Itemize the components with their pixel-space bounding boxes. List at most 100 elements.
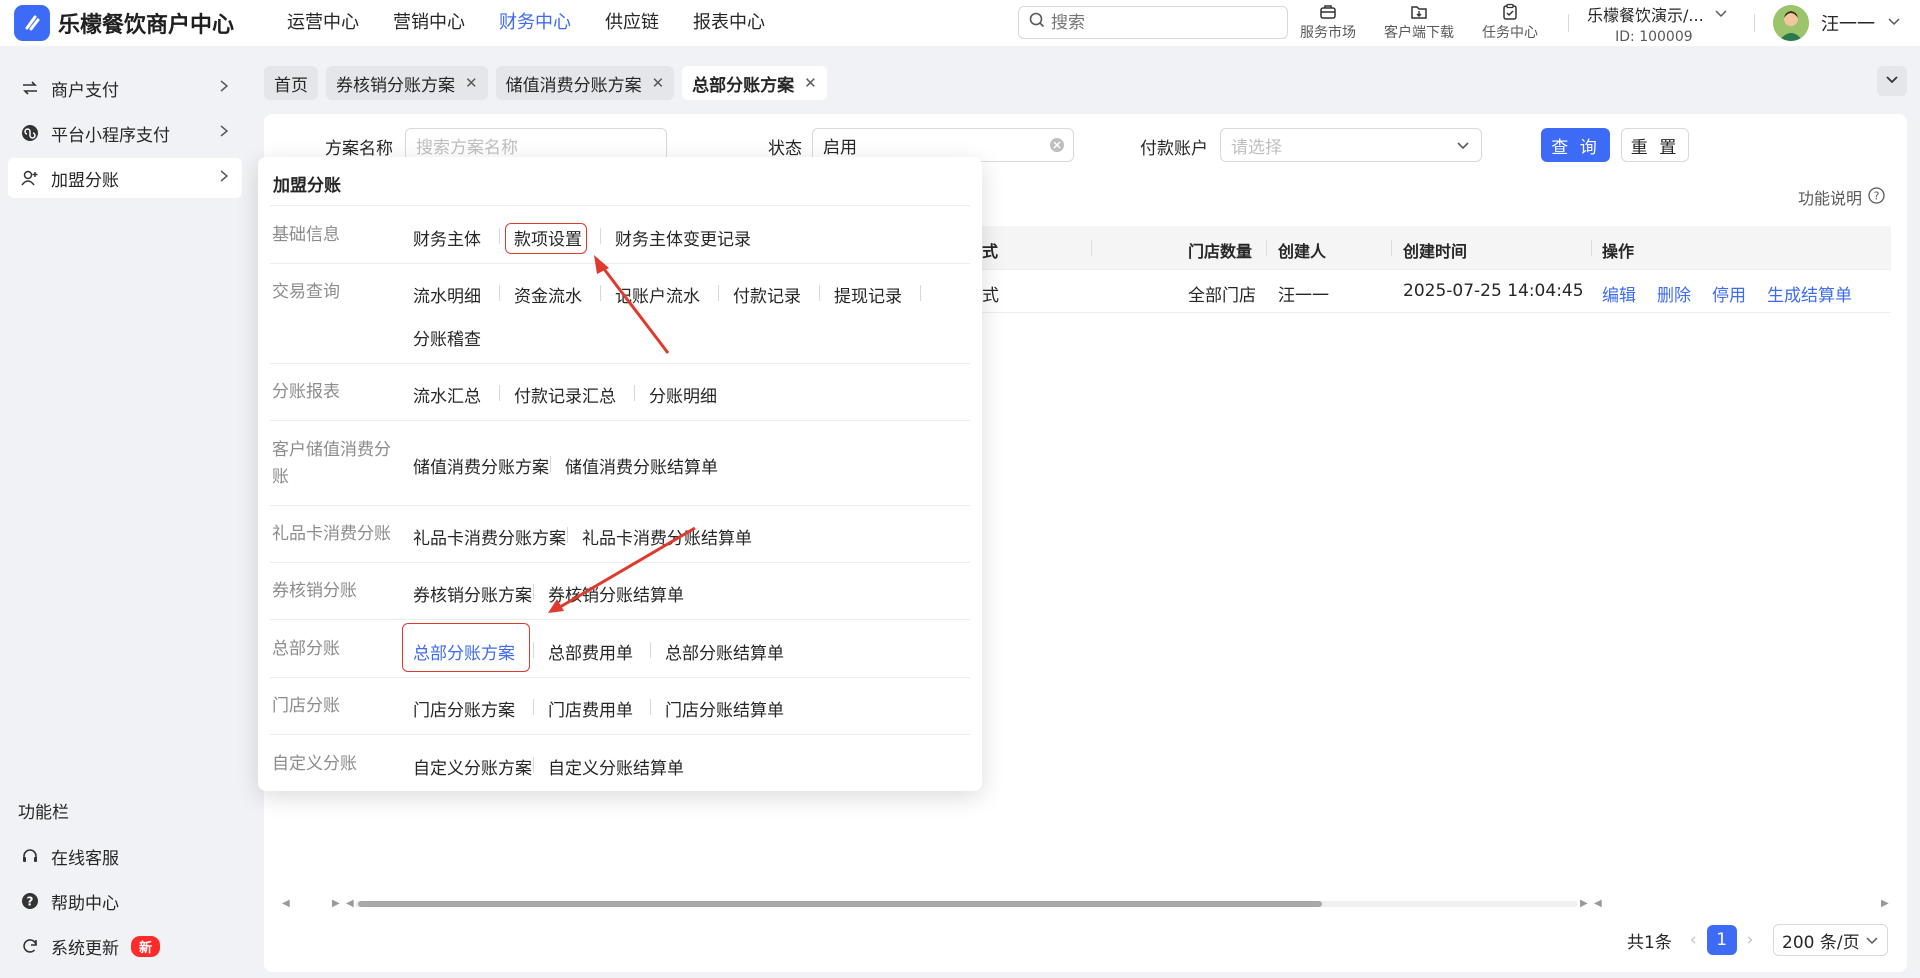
menu-link-gift-card-statement[interactable]: 礼品卡消费分账结算单 <box>582 524 752 549</box>
prev-page-icon[interactable]: ‹ <box>1690 930 1697 950</box>
app-title: 乐檬餐饮商户中心 <box>58 13 235 38</box>
payment-account-placeholder: 请选择 <box>1231 137 1282 158</box>
divider <box>1754 14 1755 32</box>
menu-link-finance-entity[interactable]: 财务主体 <box>413 225 481 250</box>
reset-button[interactable]: 重 置 <box>1621 128 1689 162</box>
highlight-box <box>505 223 587 254</box>
menu-link-entity-change-log[interactable]: 财务主体变更记录 <box>615 225 751 250</box>
query-button[interactable]: 查 询 <box>1541 128 1610 162</box>
clear-icon[interactable] <box>1049 137 1065 158</box>
tab-coupon-split-plan[interactable]: 券核销分账方案 ✕ <box>326 66 488 100</box>
next-page-icon[interactable]: › <box>1747 930 1754 950</box>
sidebar-item-label: 系统更新 <box>51 938 119 959</box>
menu-link-fund-flow[interactable]: 资金流水 <box>514 282 582 307</box>
link-separator <box>533 699 534 715</box>
menu-link-custom-statement[interactable]: 自定义分账结算单 <box>548 754 684 779</box>
horizontal-scrollbar-thumb[interactable] <box>358 901 1322 907</box>
tab-hq-split-plan[interactable]: 总部分账方案 ✕ <box>682 66 827 100</box>
task-center-button[interactable]: 任务中心 <box>1482 2 1538 42</box>
menu-link-coupon-statement[interactable]: 券核销分账结算单 <box>548 581 684 606</box>
edit-link[interactable]: 编辑 <box>1602 281 1636 306</box>
page-size-select[interactable]: 200 条/页 <box>1773 924 1888 956</box>
sidebar-item-merchant-payment[interactable]: 商户支付 <box>0 68 250 108</box>
menu-link-stored-value-statement[interactable]: 储值消费分账结算单 <box>565 453 718 478</box>
right-scroll-arrow[interactable]: ▶ <box>332 898 340 909</box>
scroll-right-icon[interactable]: ▶ <box>1580 898 1588 909</box>
column-divider <box>1591 240 1592 256</box>
tabs-more-button[interactable] <box>1877 66 1907 96</box>
franchise-split-menu: 加盟分账 基础信息 财务主体 款项设置 财务主体变更记录 交易查询 流水明细 资… <box>258 157 982 791</box>
menu-link-hq-statement[interactable]: 总部分账结算单 <box>665 639 784 664</box>
menu-link-payment-records[interactable]: 付款记录 <box>733 282 801 307</box>
column-divider <box>1266 240 1267 256</box>
column-divider <box>1091 240 1092 256</box>
sidebar-item-mini-program-payment[interactable]: 平台小程序支付 <box>0 113 250 153</box>
divider <box>270 562 970 563</box>
question-circle-icon: ? <box>1868 186 1885 208</box>
payment-account-select[interactable]: 请选择 <box>1220 128 1482 162</box>
close-icon[interactable]: ✕ <box>652 74 665 92</box>
search-input[interactable] <box>1051 12 1261 33</box>
function-help-link[interactable]: 功能说明 ? <box>1798 185 1885 209</box>
new-badge: 新 <box>131 935 161 957</box>
topnav-marketing[interactable]: 营销中心 <box>376 0 482 46</box>
menu-link-store-expense[interactable]: 门店费用单 <box>548 696 633 721</box>
link-separator <box>533 642 534 658</box>
menu-link-store-statement[interactable]: 门店分账结算单 <box>665 696 784 721</box>
menu-category: 券核销分账 <box>272 581 357 601</box>
menu-link-stored-value-plan[interactable]: 储值消费分账方案 <box>413 453 549 478</box>
link-separator <box>600 228 601 244</box>
menu-link-split-detail[interactable]: 分账明细 <box>649 382 717 407</box>
menu-link-withdrawal-records[interactable]: 提现记录 <box>834 282 902 307</box>
menu-link-custom-split-plan[interactable]: 自定义分账方案 <box>413 754 532 779</box>
menu-link-hq-expense[interactable]: 总部费用单 <box>548 639 633 664</box>
scroll-right-icon[interactable]: ▶ <box>1881 898 1889 909</box>
menu-link-account-flow[interactable]: 记账户流水 <box>615 282 700 307</box>
menu-link-split-audit[interactable]: 分账稽查 <box>413 325 481 350</box>
app-logo[interactable]: 乐檬餐饮商户中心 <box>14 5 270 41</box>
menu-link-payment-summary[interactable]: 付款记录汇总 <box>514 382 616 407</box>
menu-link-store-split-plan[interactable]: 门店分账方案 <box>413 696 515 721</box>
global-search[interactable] <box>1018 6 1288 39</box>
menu-link-gift-card-plan[interactable]: 礼品卡消费分账方案 <box>413 524 566 549</box>
disable-link[interactable]: 停用 <box>1712 281 1746 306</box>
page-number-current[interactable]: 1 <box>1706 925 1737 955</box>
menu-link-transaction-detail[interactable]: 流水明细 <box>413 282 481 307</box>
top-nav: 运营中心 营销中心 财务中心 供应链 报表中心 <box>270 0 782 46</box>
tab-stored-value-split-plan[interactable]: 储值消费分账方案 ✕ <box>495 66 675 100</box>
generate-statement-link[interactable]: 生成结算单 <box>1767 281 1852 306</box>
shop-switcher[interactable]: 乐檬餐饮演示/... ID: 100009 <box>1587 2 1728 45</box>
logo-icon <box>14 5 50 41</box>
sidebar-item-help-center[interactable]: ? 帮助中心 <box>0 881 250 921</box>
client-download-button[interactable]: 客户端下载 <box>1384 2 1454 42</box>
sidebar-item-label: 在线客服 <box>51 848 119 869</box>
briefcase-icon <box>1319 2 1337 22</box>
topnav-operations[interactable]: 运营中心 <box>270 0 376 46</box>
sidebar-item-label: 商户支付 <box>51 80 119 101</box>
close-icon[interactable]: ✕ <box>804 74 817 92</box>
scroll-left-icon[interactable]: ◀ <box>1594 898 1602 909</box>
service-market-button[interactable]: 服务市场 <box>1300 2 1356 42</box>
tab-home[interactable]: 首页 <box>264 66 318 100</box>
topnav-reports[interactable]: 报表中心 <box>676 0 782 46</box>
tab-label: 储值消费分账方案 <box>505 75 642 96</box>
divider <box>270 505 970 506</box>
user-menu[interactable]: 汪一一 <box>1773 5 1901 41</box>
sidebar-item-online-service[interactable]: 在线客服 <box>0 836 250 876</box>
topnav-supply-chain[interactable]: 供应链 <box>588 0 676 46</box>
close-icon[interactable]: ✕ <box>465 74 478 92</box>
sidebar-item-system-update[interactable]: 系统更新 新 <box>0 926 250 966</box>
sidebar-item-franchise-split[interactable]: 加盟分账 <box>8 158 242 198</box>
menu-link-flow-summary[interactable]: 流水汇总 <box>413 382 481 407</box>
service-market-label: 服务市场 <box>1300 25 1356 41</box>
link-separator <box>600 285 601 301</box>
link-separator <box>550 456 551 472</box>
menu-category: 礼品卡消费分账 <box>272 524 391 544</box>
menu-link-coupon-plan[interactable]: 券核销分账方案 <box>413 581 532 606</box>
delete-link[interactable]: 删除 <box>1657 281 1691 306</box>
scroll-left-icon[interactable]: ◀ <box>346 898 354 909</box>
topnav-finance[interactable]: 财务中心 <box>482 0 588 46</box>
shop-id: ID: 100009 <box>1615 29 1693 45</box>
link-separator <box>920 285 921 301</box>
left-scroll-arrow[interactable]: ◀ <box>282 898 290 909</box>
